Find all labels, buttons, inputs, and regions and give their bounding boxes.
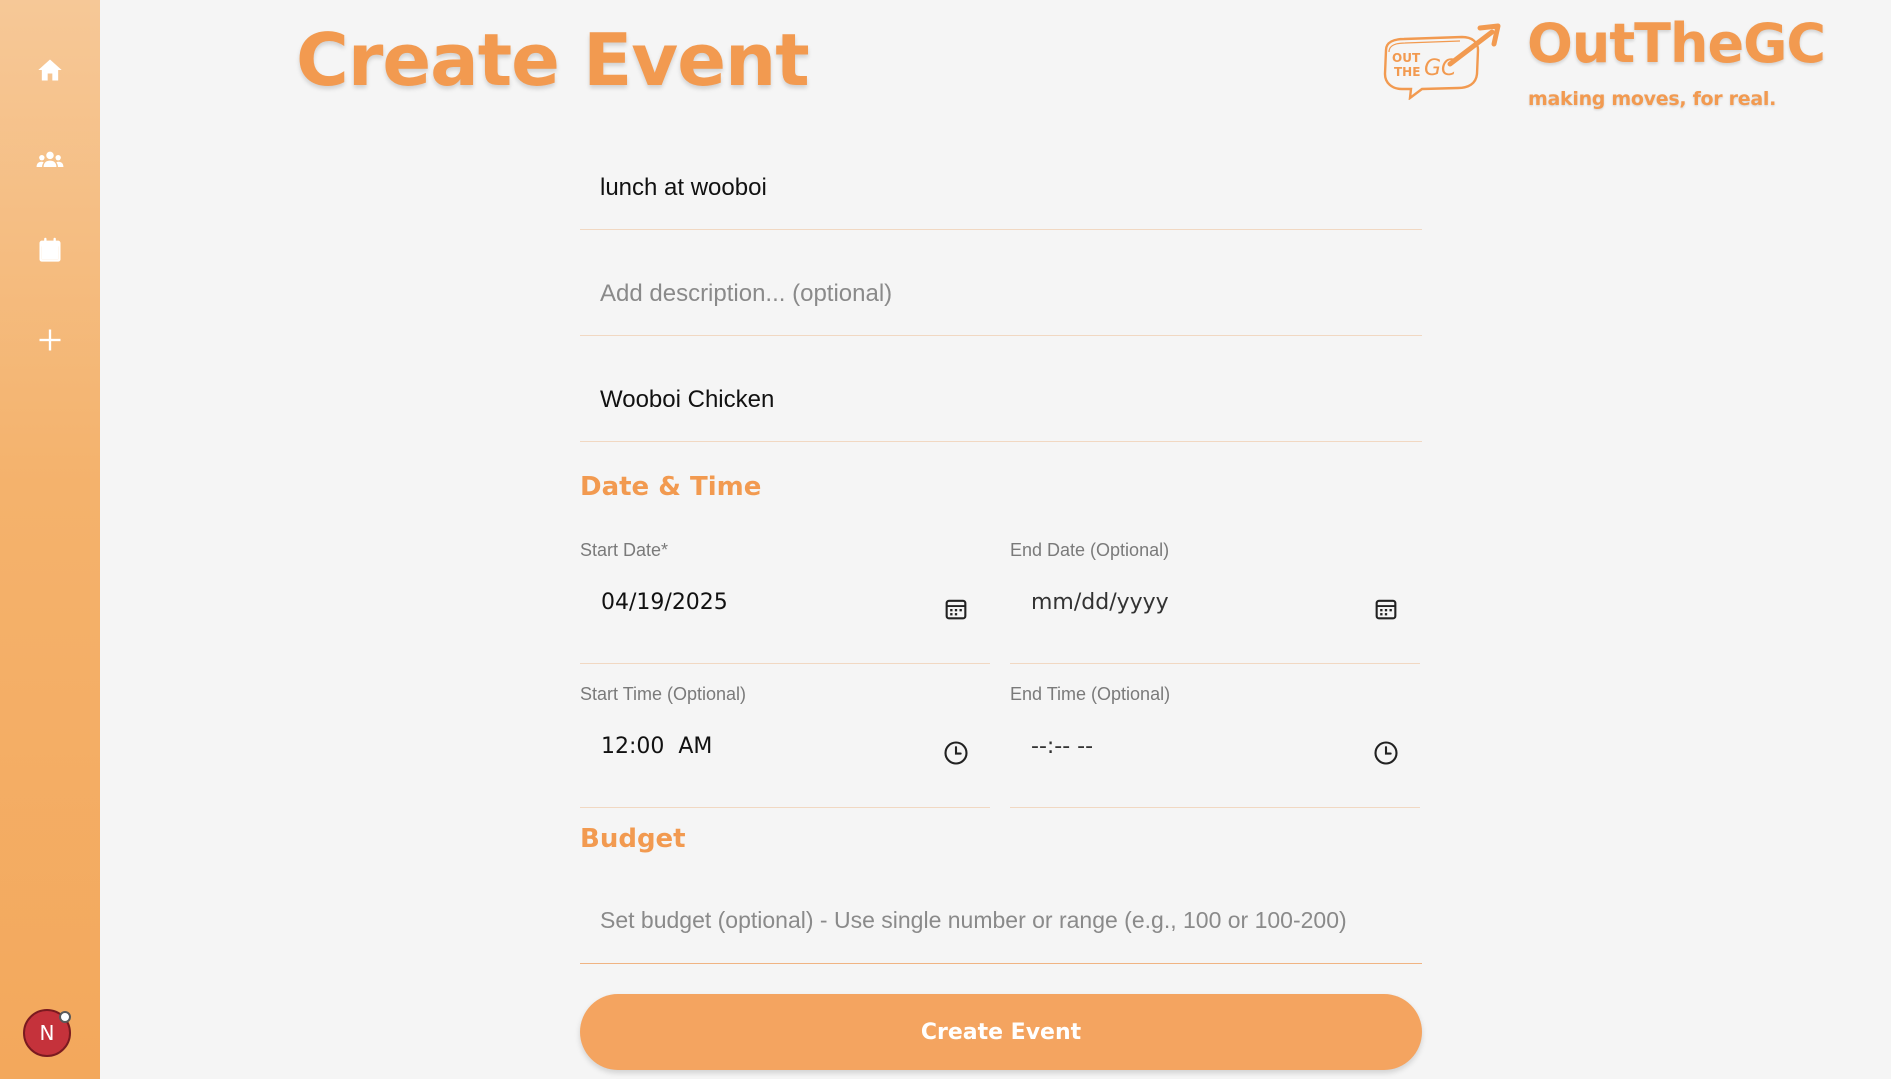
budget-heading: Budget xyxy=(580,824,686,854)
clock-icon[interactable] xyxy=(1372,739,1400,767)
groups-icon xyxy=(36,151,64,167)
description-field xyxy=(580,252,1422,336)
end-date-field[interactable]: End Date (Optional) mm/dd/yyyy xyxy=(1010,540,1420,664)
location-input[interactable] xyxy=(600,358,1400,441)
budget-field xyxy=(580,878,1422,964)
end-date-label: End Date (Optional) xyxy=(1010,540,1170,560)
nav-groups-button[interactable] xyxy=(26,136,74,184)
home-icon xyxy=(38,59,62,81)
event-name-input[interactable] xyxy=(600,146,1400,229)
brand-tagline: making moves, for real. xyxy=(1528,88,1776,110)
start-date-value[interactable]: 04/19/2025 xyxy=(601,590,728,615)
end-time-label: End Time (Optional) xyxy=(1010,684,1171,704)
nav-calendar-button[interactable] xyxy=(26,226,74,274)
add-icon xyxy=(39,329,61,351)
start-time-label: Start Time (Optional) xyxy=(580,684,747,704)
start-date-field[interactable]: Start Date* 04/19/2025 xyxy=(580,540,990,664)
user-avatar-button[interactable]: N xyxy=(23,1009,71,1057)
brand-name: OutTheGC xyxy=(1527,12,1826,75)
create-event-button[interactable]: Create Event xyxy=(580,994,1422,1070)
end-time-value[interactable]: --:-- -- xyxy=(1031,734,1093,759)
start-date-label: Start Date* xyxy=(580,540,669,560)
sidebar: N xyxy=(0,0,100,1079)
description-input[interactable] xyxy=(600,252,1400,335)
logo-text-gc: GC xyxy=(1424,56,1457,81)
nav-add-button[interactable] xyxy=(26,316,74,364)
nav-home-button[interactable] xyxy=(26,46,74,94)
end-time-field[interactable]: End Time (Optional) --:-- -- xyxy=(1010,684,1420,808)
calendar-picker-icon[interactable] xyxy=(1372,595,1400,623)
start-time-value[interactable]: 12:00 AM xyxy=(601,734,712,759)
location-field xyxy=(580,358,1422,442)
calendar-picker-icon[interactable] xyxy=(942,595,970,623)
logo-text-the: THE xyxy=(1394,65,1420,79)
start-time-field[interactable]: Start Time (Optional) 12:00 AM xyxy=(580,684,990,808)
status-dot xyxy=(59,1011,71,1023)
event-name-field xyxy=(580,146,1422,230)
logo-text-out: OUT xyxy=(1392,51,1421,65)
page-title: Create Event xyxy=(296,18,810,102)
date-time-heading: Date & Time xyxy=(580,472,762,502)
budget-input[interactable] xyxy=(600,878,1410,963)
brand-logo-icon: OUT THE GC xyxy=(1383,23,1501,100)
calendar-icon xyxy=(39,237,61,262)
clock-icon[interactable] xyxy=(942,739,970,767)
end-date-value[interactable]: mm/dd/yyyy xyxy=(1031,590,1169,615)
